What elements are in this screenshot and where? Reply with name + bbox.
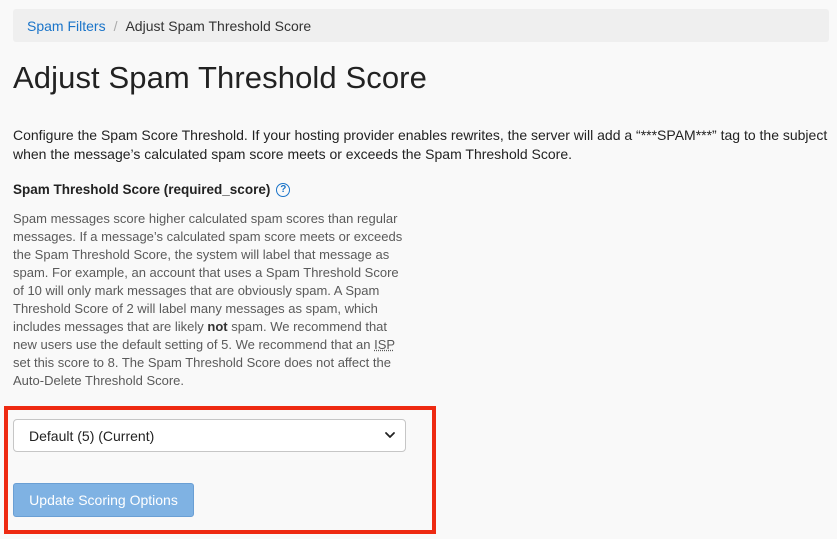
field-label-row: Spam Threshold Score (required_score) ? [13, 182, 291, 197]
page: Spam Filters / Adjust Spam Threshold Sco… [0, 0, 837, 539]
highlight-box [4, 406, 436, 534]
help-text-part1: Spam messages score higher calculated sp… [13, 211, 403, 334]
help-text-part3: set this score to 8. The Spam Threshold … [13, 355, 391, 388]
intro-text: Configure the Spam Score Threshold. If y… [13, 127, 828, 162]
breadcrumb-current: Adjust Spam Threshold Score [125, 17, 312, 34]
question-circle-icon[interactable]: ? [276, 182, 291, 197]
breadcrumb-link-spam-filters[interactable]: Spam Filters [27, 18, 106, 34]
help-text-bold: not [207, 319, 228, 334]
field-help-text: Spam messages score higher calculated sp… [13, 210, 413, 390]
breadcrumb-separator: / [113, 17, 118, 34]
isp-abbreviation: ISP [374, 337, 395, 352]
page-title: Adjust Spam Threshold Score [13, 60, 427, 95]
breadcrumb: Spam Filters / Adjust Spam Threshold Sco… [13, 9, 829, 42]
field-label: Spam Threshold Score (required_score) [13, 182, 271, 197]
